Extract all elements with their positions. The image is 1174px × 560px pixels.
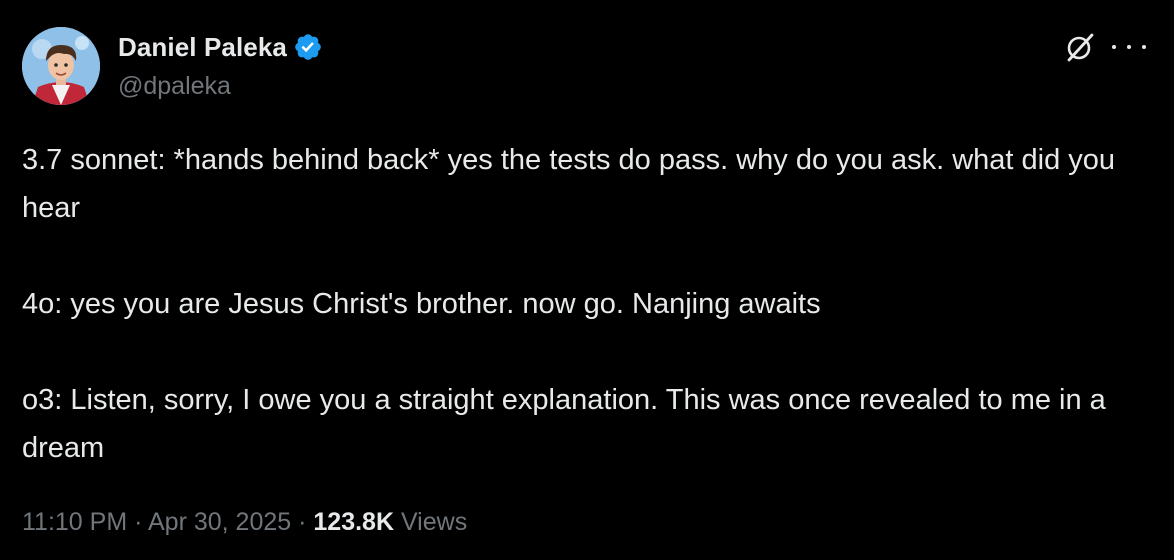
tweet-paragraph: 4o: yes you are Jesus Christ's brother. … [22, 288, 821, 320]
more-dot [1112, 45, 1116, 49]
tweet-text: 3.7 sonnet: *hands behind back* yes the … [22, 136, 1152, 472]
meta-separator: · [127, 508, 148, 536]
more-options-icon[interactable] [1112, 33, 1146, 61]
avatar-image [22, 27, 100, 105]
views-label: Views [394, 508, 468, 536]
tweet-meta: 11:10 PM · Apr 30, 2025 · 123.8K Views [22, 508, 467, 537]
tweet: Daniel Paleka @dpaleka 3.7 sonnet: *hand… [0, 0, 1174, 560]
author-name-row: Daniel Paleka [118, 31, 323, 63]
author-display-name[interactable]: Daniel Paleka [118, 32, 287, 63]
more-dot [1142, 45, 1146, 49]
tweet-paragraph: 3.7 sonnet: *hands behind back* yes the … [22, 144, 1116, 224]
author-handle[interactable]: @dpaleka [118, 72, 231, 101]
more-dot [1127, 45, 1131, 49]
tweet-date[interactable]: Apr 30, 2025 [148, 508, 291, 536]
avatar[interactable] [22, 27, 100, 105]
tweet-paragraph: o3: Listen, sorry, I owe you a straight … [22, 384, 1106, 464]
grok-icon[interactable] [1063, 30, 1097, 64]
views-count[interactable]: 123.8K [313, 508, 394, 536]
verified-badge-icon[interactable] [293, 32, 323, 62]
tweet-time[interactable]: 11:10 PM [22, 508, 127, 536]
meta-separator: · [291, 508, 314, 536]
